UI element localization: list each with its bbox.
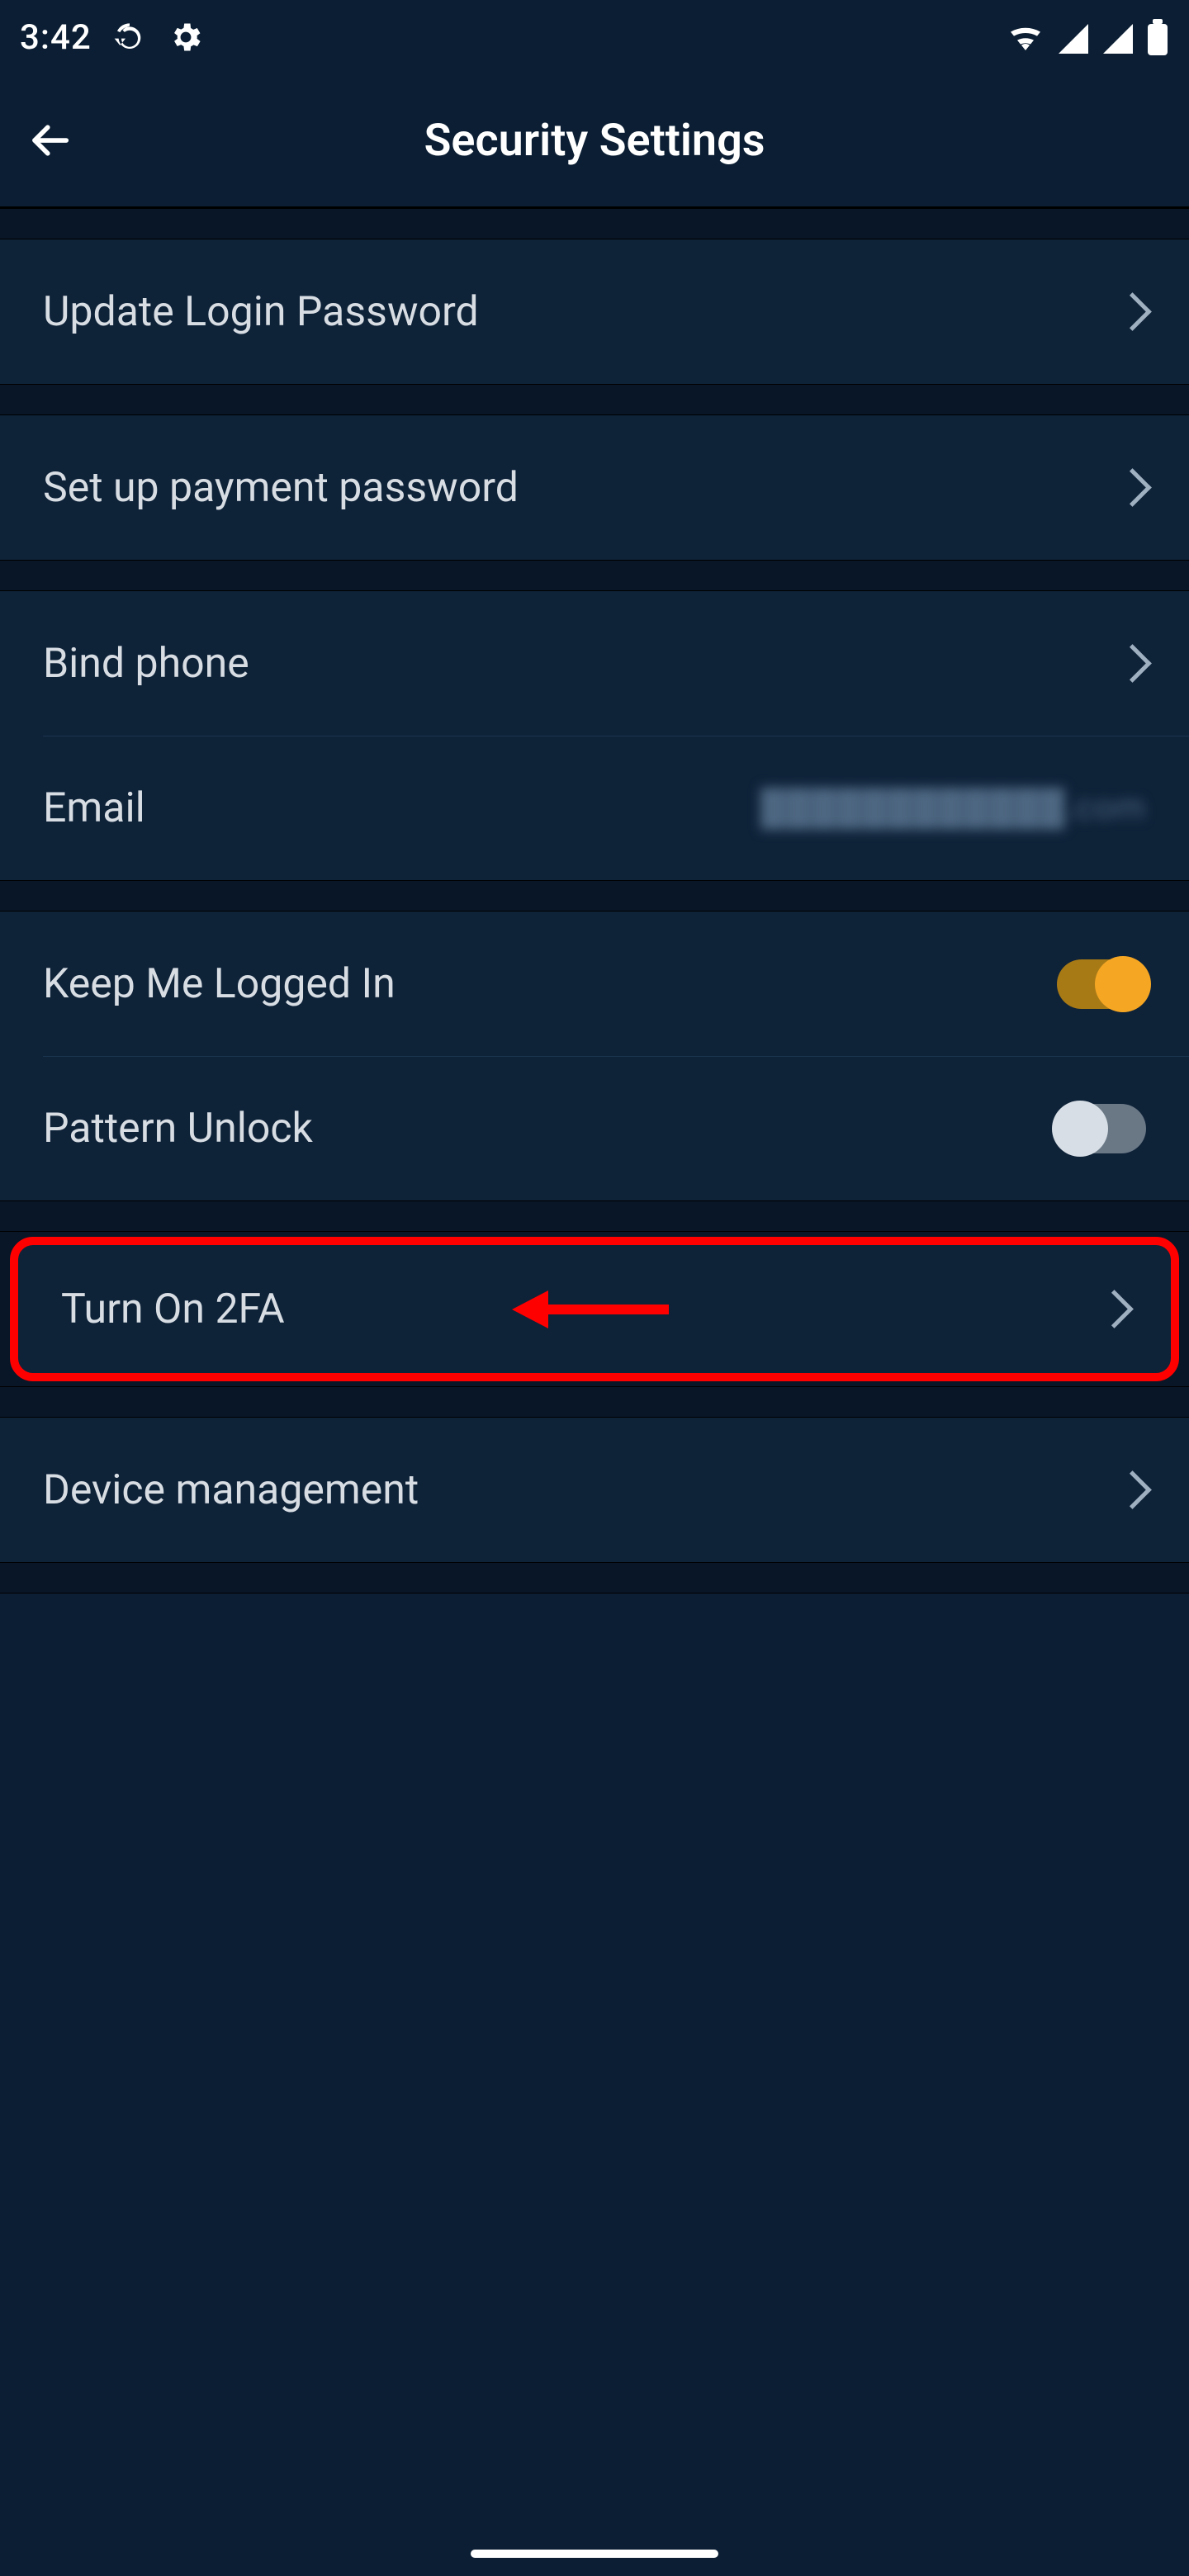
row-trailing <box>1119 1476 1146 1503</box>
row-label: Set up payment password <box>43 464 1119 512</box>
row-trailing <box>1119 650 1146 677</box>
row-device-management[interactable]: Device management <box>0 1418 1189 1562</box>
toggle-pattern-unlock[interactable] <box>1057 1104 1146 1153</box>
settings-list: Update Login Password Set up payment pas… <box>0 208 1189 1593</box>
row-trailing: ████████████.com <box>760 788 1146 828</box>
section-gap <box>0 384 1189 415</box>
row-trailing <box>1057 959 1146 1009</box>
row-keep-logged-in: Keep Me Logged In <box>0 912 1189 1056</box>
chevron-right-icon <box>1113 644 1152 683</box>
row-label: Bind phone <box>43 640 1119 688</box>
section-gap <box>0 560 1189 591</box>
row-trailing <box>1057 1104 1146 1153</box>
chevron-right-icon <box>1095 1290 1134 1328</box>
row-label: Email <box>43 784 760 832</box>
sync-icon <box>113 21 146 54</box>
email-value: ████████████.com <box>760 788 1146 828</box>
chevron-right-icon <box>1113 468 1152 507</box>
chevron-right-icon <box>1113 292 1152 331</box>
cellular-signal-icon <box>1057 21 1090 54</box>
row-trailing <box>1119 298 1146 325</box>
section-gap <box>0 1562 1189 1593</box>
section-gap <box>0 1200 1189 1232</box>
status-bar: 3:42 <box>0 0 1189 74</box>
title-bar: Security Settings <box>0 74 1189 208</box>
row-bind-phone[interactable]: Bind phone <box>0 591 1189 736</box>
chevron-right-icon <box>1113 1470 1152 1509</box>
cellular-signal-2-icon <box>1101 21 1135 54</box>
row-trailing <box>1101 1295 1128 1323</box>
section-gap <box>0 208 1189 239</box>
status-bar-left: 3:42 <box>20 17 204 58</box>
wifi-icon <box>1006 21 1045 54</box>
row-label: Device management <box>43 1466 1119 1514</box>
section-gap <box>0 1386 1189 1418</box>
row-turn-on-2fa[interactable]: Turn On 2FA <box>10 1237 1179 1381</box>
row-label: Turn On 2FA <box>61 1286 1101 1333</box>
row-email[interactable]: Email ████████████.com <box>0 736 1189 880</box>
row-label: Pattern Unlock <box>43 1105 1057 1153</box>
row-payment-password[interactable]: Set up payment password <box>0 415 1189 560</box>
row-label: Update Login Password <box>43 288 1119 336</box>
row-trailing <box>1119 474 1146 501</box>
gear-icon <box>168 19 204 55</box>
gesture-nav-handle[interactable] <box>471 2550 718 2558</box>
page-title: Security Settings <box>99 115 1090 167</box>
status-clock: 3:42 <box>20 17 92 58</box>
battery-icon <box>1146 19 1169 55</box>
arrow-left-icon <box>27 118 72 163</box>
toggle-keep-logged-in[interactable] <box>1057 959 1146 1009</box>
row-update-login-password[interactable]: Update Login Password <box>0 239 1189 384</box>
section-gap <box>0 880 1189 912</box>
back-button[interactable] <box>0 74 99 206</box>
toggle-knob <box>1052 1101 1108 1157</box>
toggle-knob <box>1095 956 1151 1012</box>
status-bar-right <box>1006 19 1169 55</box>
row-pattern-unlock: Pattern Unlock <box>0 1056 1189 1200</box>
row-label: Keep Me Logged In <box>43 960 1057 1008</box>
